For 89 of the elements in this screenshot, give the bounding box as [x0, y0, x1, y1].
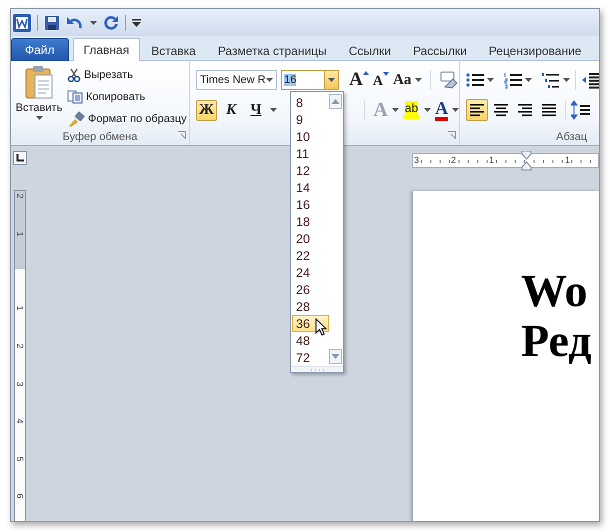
ruler-number: 1	[488, 155, 496, 165]
size-option[interactable]: 8	[292, 94, 329, 111]
size-option[interactable]: 20	[292, 230, 329, 247]
ribbon-tab[interactable]: Рецензирование	[478, 39, 592, 61]
clipboard-icon	[24, 65, 53, 99]
ruler-number: 1	[15, 230, 25, 238]
file-tab[interactable]: Файл	[11, 38, 69, 61]
numbering-icon[interactable]	[504, 71, 522, 89]
caret-icon[interactable]	[424, 108, 432, 112]
caret-icon[interactable]	[452, 108, 459, 112]
undo-icon[interactable]	[66, 14, 84, 30]
heading-text: Ред	[521, 316, 592, 366]
group-label: Абзац	[556, 131, 587, 143]
left-tab-icon	[16, 154, 24, 162]
tab-selector-button[interactable]	[13, 151, 27, 165]
change-case-button[interactable]: Aa	[392, 72, 412, 88]
bold-button[interactable]: Ж	[196, 100, 217, 120]
ruler-number: 2	[15, 342, 25, 350]
underline-button[interactable]: Ч	[246, 100, 266, 120]
shrink-font-button[interactable]: A	[372, 70, 389, 90]
paintbrush-icon[interactable]	[67, 111, 85, 127]
font-name-field[interactable]: Times New R	[196, 70, 278, 90]
scissors-icon[interactable]	[67, 68, 81, 82]
caret-icon[interactable]	[415, 78, 422, 82]
size-option[interactable]: 48	[292, 332, 329, 349]
size-option[interactable]: 9	[292, 111, 329, 128]
grow-font-button[interactable]: A	[349, 69, 369, 91]
size-option[interactable]: 11	[292, 145, 329, 162]
ruler-number: 5	[15, 455, 25, 464]
ribbon-tab[interactable]: Разметка страницы	[206, 39, 338, 61]
size-option[interactable]: 28	[292, 298, 329, 315]
paste-button[interactable]: Вставить	[16, 65, 62, 114]
caret-icon[interactable]	[392, 108, 399, 112]
ribbon-tab[interactable]: Вставка	[140, 39, 207, 61]
bullets-icon[interactable]	[466, 71, 484, 89]
clear-formatting-icon[interactable]	[439, 71, 459, 89]
caret-icon[interactable]	[36, 116, 42, 120]
align-left-button[interactable]	[466, 99, 488, 121]
size-option[interactable]: 10	[292, 128, 329, 145]
font-size-field[interactable]: 16	[281, 70, 340, 90]
indent-marker-icon[interactable]	[521, 151, 532, 171]
size-option[interactable]: 14	[292, 179, 329, 196]
caret-icon[interactable]	[90, 20, 97, 24]
font-color-button[interactable]: A	[435, 100, 448, 120]
caret-icon[interactable]	[270, 108, 278, 112]
dialog-launcher-icon[interactable]	[448, 131, 456, 139]
customize-icon[interactable]	[132, 18, 141, 26]
down-arrow-icon	[382, 72, 389, 76]
ruler-number: 6	[15, 492, 25, 500]
ribbon-tab[interactable]: Ссылки	[338, 39, 402, 61]
scroll-down-icon[interactable]	[329, 349, 342, 364]
size-option[interactable]: 12	[292, 162, 329, 179]
save-icon[interactable]	[44, 14, 60, 30]
copy-icon[interactable]	[67, 90, 83, 104]
size-option[interactable]: 16	[292, 196, 329, 213]
size-option[interactable]: 18	[292, 213, 329, 230]
copy-button[interactable]: Копировать	[67, 88, 187, 106]
ruler-number: 1	[564, 155, 572, 165]
caret-icon[interactable]	[563, 78, 570, 82]
cursor-icon	[315, 318, 327, 336]
heading-text: Wo	[521, 266, 588, 316]
word-logo-icon	[13, 14, 31, 32]
ruler-number: 2	[15, 192, 25, 200]
cut-button[interactable]: Вырезать	[67, 66, 187, 84]
caret-icon[interactable]	[487, 78, 494, 82]
italic-button[interactable]: К	[220, 100, 242, 120]
caret-icon[interactable]	[266, 78, 274, 82]
ribbon-tab[interactable]: Главная	[72, 38, 140, 61]
line-spacing-icon[interactable]	[571, 100, 593, 120]
ruler-number: 2	[450, 155, 458, 165]
format-painter-button[interactable]: Формат по образцу	[67, 110, 187, 128]
size-option[interactable]: 24	[292, 264, 329, 281]
ribbon-tab[interactable]: Рассылки	[402, 39, 478, 61]
ruler-number: 4	[15, 417, 25, 426]
caret-icon[interactable]	[525, 78, 532, 82]
group-label: Буфер обмена	[62, 131, 138, 143]
size-option[interactable]: 72	[292, 349, 329, 366]
size-option[interactable]: 22	[292, 247, 329, 264]
caret-icon[interactable]	[328, 78, 336, 82]
dialog-launcher-icon[interactable]	[178, 131, 186, 139]
up-arrow-icon	[362, 71, 369, 75]
ruler-number: 3	[413, 155, 420, 165]
redo-icon[interactable]	[103, 14, 119, 30]
size-option[interactable]: 26	[292, 281, 329, 298]
multilevel-list-icon[interactable]	[542, 71, 560, 89]
decrease-indent-icon[interactable]	[581, 71, 599, 89]
scroll-up-icon[interactable]	[329, 94, 342, 109]
ruler-number: 3	[15, 380, 25, 388]
ruler-number: 1	[15, 304, 25, 312]
